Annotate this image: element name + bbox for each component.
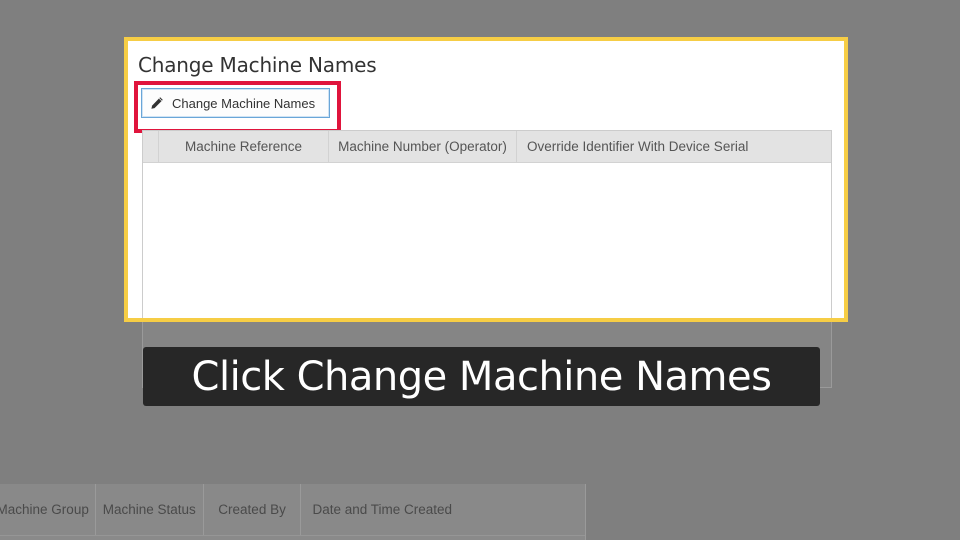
bg-col-machine-status: Machine Status <box>96 484 204 535</box>
col-machine-reference[interactable]: Machine Reference <box>159 131 329 162</box>
background-table-header: Machine Group Machine Status Created By … <box>0 484 585 536</box>
col-machine-number[interactable]: Machine Number (Operator) <box>329 131 517 162</box>
change-machine-names-button[interactable]: Change Machine Names <box>141 88 330 118</box>
bg-col-date-time-created: Date and Time Created <box>312 502 453 517</box>
pencil-icon <box>151 97 163 109</box>
grid-header: Machine Reference Machine Number (Operat… <box>143 131 831 163</box>
bg-col-machine-group: Machine Group <box>0 484 96 535</box>
col-override-identifier[interactable]: Override Identifier With Device Serial <box>517 131 831 162</box>
dialog-title: Change Machine Names <box>138 53 377 77</box>
change-machine-names-label: Change Machine Names <box>172 95 316 111</box>
background-machine-table: Machine Group Machine Status Created By … <box>0 484 586 540</box>
button-callout-frame: Change Machine Names <box>134 81 341 133</box>
highlighted-dialog: Change Machine Names Change Machine Name… <box>124 37 848 322</box>
bg-col-created-by: Created By <box>204 484 302 535</box>
grid-select-column <box>143 131 159 162</box>
machine-names-grid: Machine Reference Machine Number (Operat… <box>142 130 832 318</box>
instruction-caption: Click Change Machine Names <box>143 347 820 406</box>
